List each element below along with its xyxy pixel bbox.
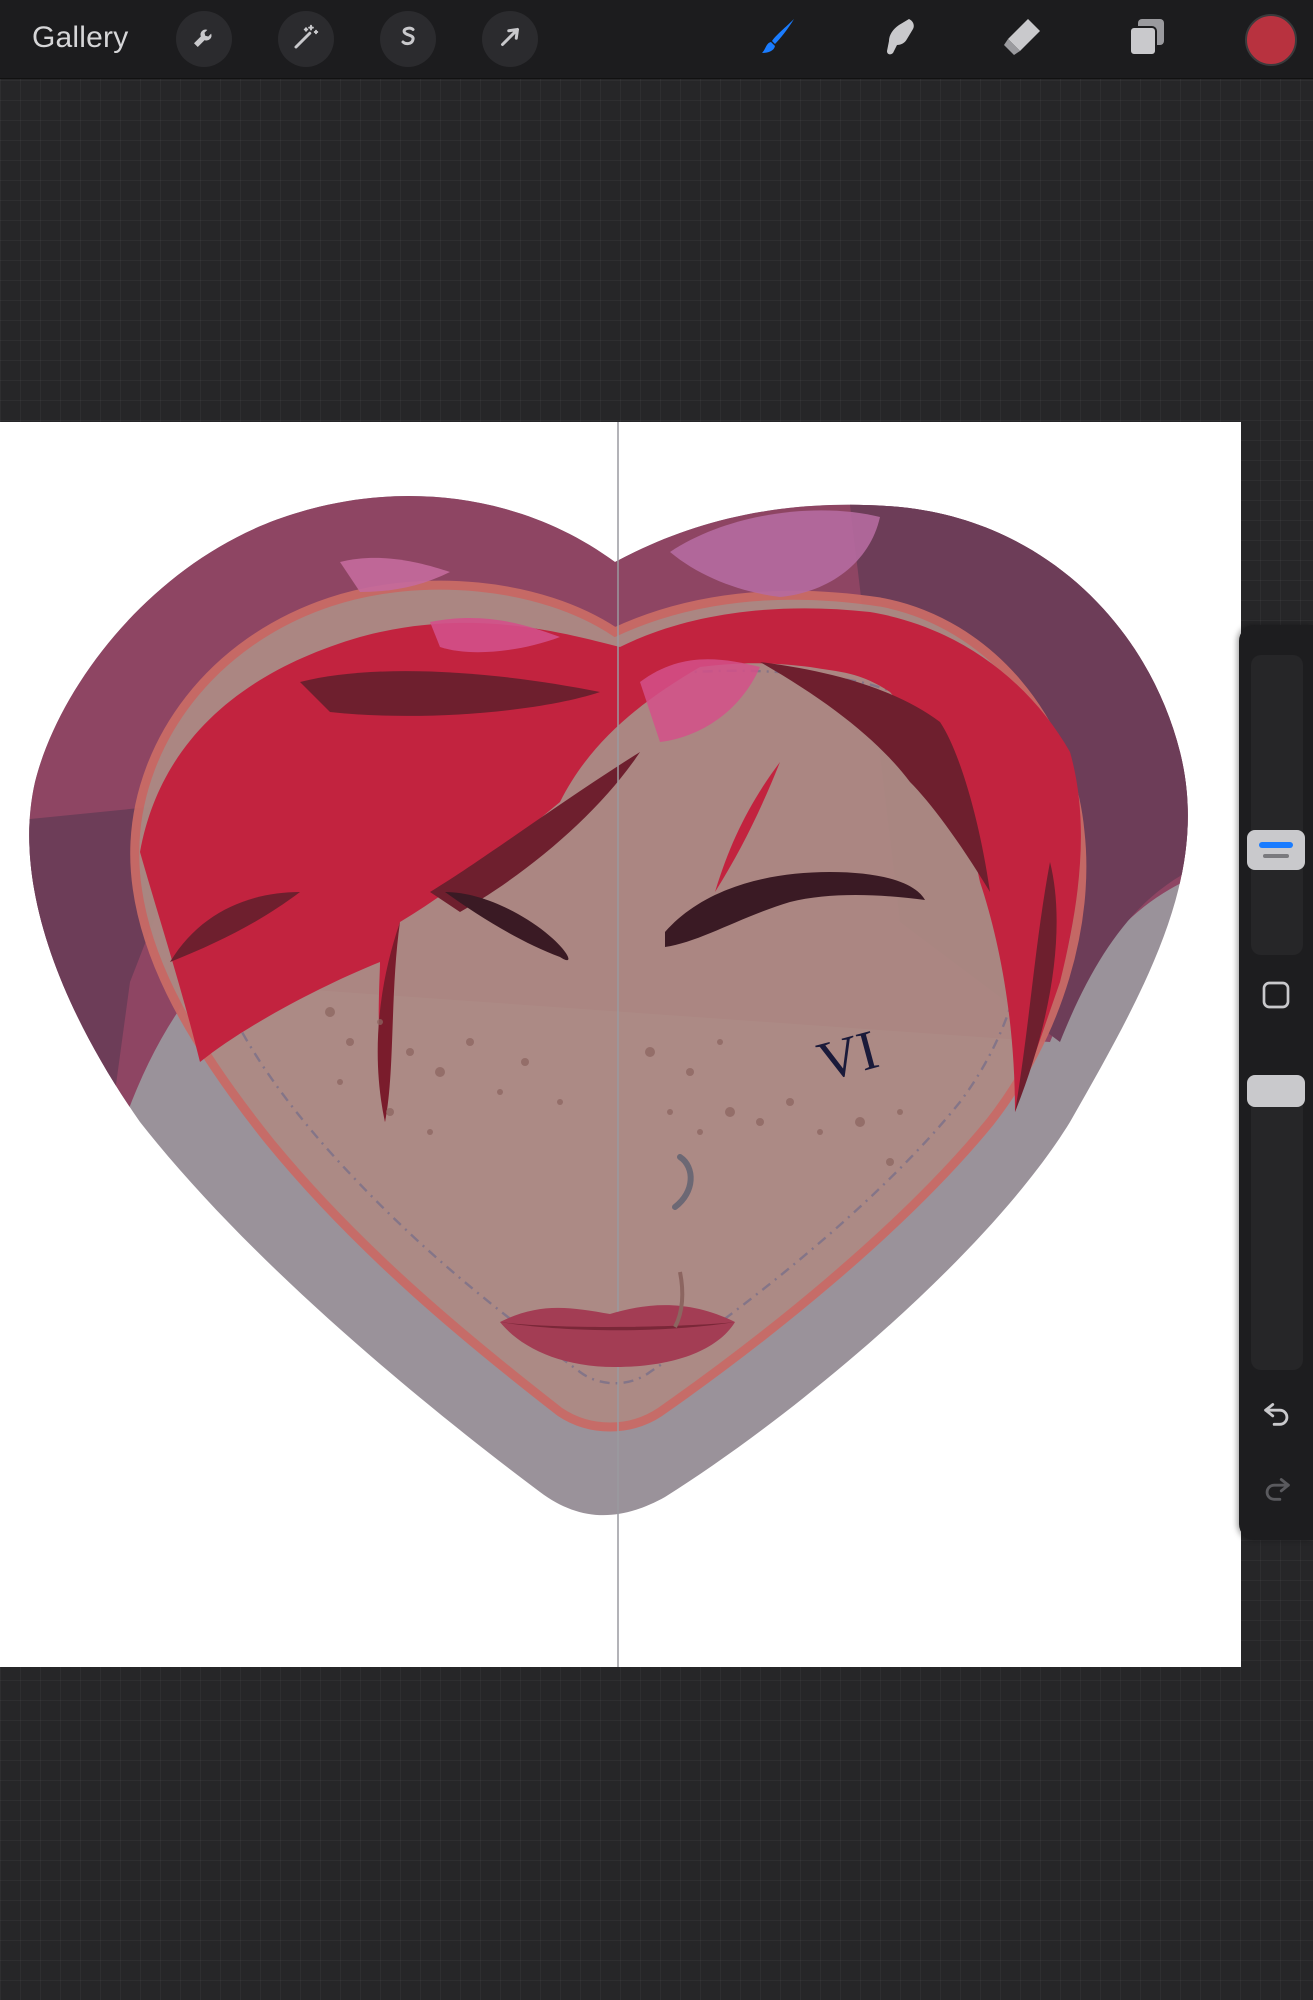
smudge-tool[interactable] <box>870 10 928 68</box>
gallery-button[interactable]: Gallery <box>32 18 128 58</box>
opacity-thumb[interactable] <box>1247 1075 1305 1107</box>
drawing-canvas[interactable]: VI <box>0 422 1241 1667</box>
adjustments-button[interactable] <box>278 11 334 67</box>
eraser-icon <box>998 13 1046 66</box>
undo-button[interactable] <box>1257 1395 1297 1435</box>
artwork: VI <box>29 422 1188 1667</box>
layers-icon <box>1122 13 1170 66</box>
redo-button[interactable] <box>1257 1470 1297 1510</box>
brush-size-thumb[interactable] <box>1247 830 1305 870</box>
transform-button[interactable] <box>482 11 538 67</box>
redo-arrow-icon <box>1260 1471 1294 1510</box>
actions-button[interactable] <box>176 11 232 67</box>
wrench-icon <box>189 22 219 57</box>
arrow-cursor-icon <box>495 22 525 57</box>
selection-button[interactable] <box>380 11 436 67</box>
color-picker-button[interactable] <box>1245 14 1297 66</box>
top-toolbar: Gallery <box>0 0 1313 79</box>
opacity-slider[interactable] <box>1251 1080 1303 1370</box>
undo-arrow-icon <box>1260 1396 1294 1435</box>
eraser-tool[interactable] <box>993 10 1051 68</box>
brush-icon <box>754 13 802 66</box>
square-outline-icon <box>1260 979 1292 1016</box>
brush-tool[interactable] <box>749 10 807 68</box>
layers-tool[interactable] <box>1117 10 1175 68</box>
brush-size-slider[interactable] <box>1251 655 1303 955</box>
smudge-finger-icon <box>875 13 923 66</box>
brush-sidebar <box>1239 625 1313 1540</box>
modify-button[interactable] <box>1259 980 1293 1014</box>
magic-wand-icon <box>291 22 321 57</box>
selection-s-icon <box>393 22 423 57</box>
